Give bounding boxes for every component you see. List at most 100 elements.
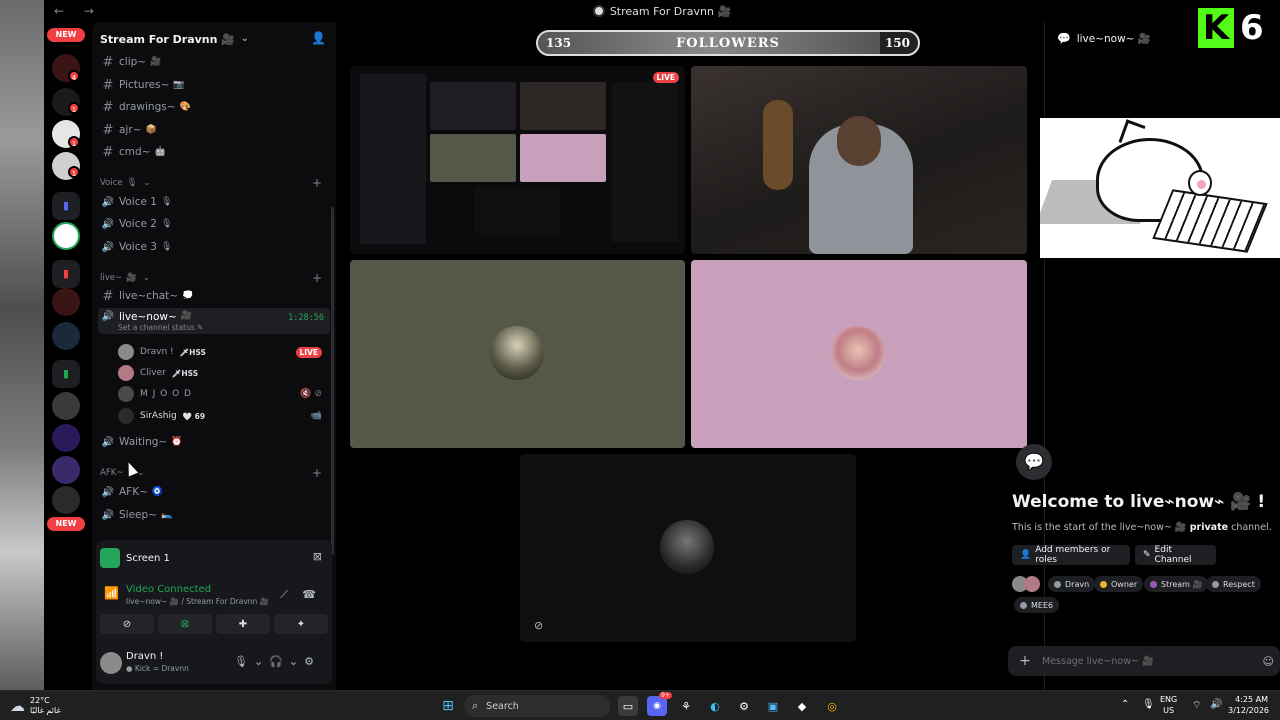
channel-ajr[interactable]: # ajr~ 📦 bbox=[98, 120, 330, 140]
voice-member[interactable]: SirAshig 🤍 69 📹 bbox=[118, 406, 330, 426]
server-icon-10[interactable] bbox=[52, 486, 80, 514]
voice-tile-user[interactable] bbox=[350, 260, 685, 448]
scrollbar[interactable] bbox=[331, 207, 334, 555]
stream-preview-tile bbox=[520, 134, 606, 182]
role-dot bbox=[1020, 601, 1027, 609]
server-icon-stream[interactable] bbox=[52, 222, 80, 250]
desktop-wallpaper bbox=[0, 0, 44, 690]
chrome-taskbar-icon[interactable]: ◎ bbox=[822, 696, 842, 716]
channel-emoji: 🎨 bbox=[179, 102, 191, 112]
task-view-icon[interactable]: ▭ bbox=[618, 696, 638, 716]
stream-tile-screen[interactable]: LIVE bbox=[350, 66, 685, 254]
volume-icon[interactable]: 🔊 bbox=[1210, 699, 1222, 710]
connection-location[interactable]: live~now~ 🎥 / Stream For Dravnn 🎥 bbox=[126, 597, 269, 606]
channel-drawings[interactable]: # drawings~ 🎨 bbox=[98, 97, 330, 117]
role-chip[interactable]: Owner bbox=[1094, 576, 1144, 592]
folder-icon[interactable]: ▮ bbox=[52, 192, 80, 220]
disconnect-icon[interactable]: ☎ bbox=[302, 588, 316, 601]
add-member-icon[interactable]: 👤 bbox=[311, 31, 326, 45]
stream-tile-camera[interactable] bbox=[691, 66, 1027, 254]
channel-live-now[interactable]: 🔊 live~now~ 🎥 1:28:56 Set a channel stat… bbox=[98, 308, 330, 334]
channel-status[interactable]: Set a channel status ✎ bbox=[118, 323, 203, 332]
voice-channel-sleep[interactable]: 🔊 Sleep~ 🛌 bbox=[98, 505, 330, 525]
tray-chevron-icon[interactable]: ⌃ bbox=[1121, 699, 1129, 710]
category-voice[interactable]: Voice 🎙 ⌄ + bbox=[100, 176, 330, 190]
voice-controls: ⊘ ⊠ ✚ ✦ bbox=[100, 614, 328, 636]
windows-start-icon[interactable]: ⊞ bbox=[438, 696, 458, 716]
signal-icon[interactable]: 📶 bbox=[104, 586, 119, 600]
channel-pictures[interactable]: # Pictures~ 📷 bbox=[98, 75, 330, 95]
avatar[interactable] bbox=[100, 652, 122, 674]
add-members-button[interactable]: 👤 Add members or roles bbox=[1012, 545, 1130, 565]
add-channel-icon[interactable]: + bbox=[312, 271, 322, 285]
server-icon-6[interactable] bbox=[52, 322, 80, 350]
channel-live-chat[interactable]: # live~chat~ 💭 bbox=[98, 286, 330, 306]
voice-channel-afk[interactable]: 🔊 AFK~ 🧿 bbox=[98, 482, 330, 502]
attach-plus-icon[interactable]: + bbox=[1008, 653, 1042, 669]
channel-emoji: 🤖 bbox=[154, 147, 166, 157]
voice-channel-waiting[interactable]: 🔊 Waiting~ ⏰ bbox=[98, 432, 330, 452]
role-chip[interactable]: Dravn bbox=[1048, 576, 1096, 592]
nav-arrows[interactable]: ← → bbox=[54, 4, 102, 18]
role-chip[interactable]: Stream 🎥 bbox=[1144, 576, 1209, 592]
followers-label: FOLLOWERS bbox=[676, 35, 780, 51]
steam-taskbar-icon[interactable]: ⚙ bbox=[734, 696, 754, 716]
camera-off-button[interactable]: ⊘ bbox=[100, 614, 154, 634]
add-channel-icon[interactable]: + bbox=[312, 466, 322, 480]
store-taskbar-icon[interactable]: ▣ bbox=[763, 696, 783, 716]
soundboard-button[interactable]: ✦ bbox=[274, 614, 328, 634]
voice-channel-3[interactable]: 🔊 Voice 3 🎙 bbox=[98, 237, 330, 257]
weather-widget[interactable]: ☁ 22°C غائم غالبًا bbox=[10, 694, 61, 718]
taskbar-search[interactable]: ⌕ Search bbox=[464, 695, 610, 717]
welcome-bold: private bbox=[1189, 522, 1229, 533]
channel-clip[interactable]: # clip~ 🎥 bbox=[98, 52, 330, 72]
noise-suppression-icon[interactable]: ⟋ bbox=[280, 588, 288, 602]
add-channel-icon[interactable]: + bbox=[312, 176, 322, 190]
channel-cmd[interactable]: # cmd~ 🤖 bbox=[98, 142, 330, 162]
server-icon-9[interactable] bbox=[52, 456, 80, 484]
avatar bbox=[831, 326, 885, 380]
head-shape bbox=[837, 116, 881, 166]
wifi-icon[interactable]: ⌔ bbox=[1192, 699, 1201, 712]
language-indicator[interactable]: ENG US bbox=[1160, 694, 1177, 716]
message-input[interactable]: + Message live~now~ 🎥 ☺ bbox=[1008, 646, 1280, 676]
folder-icon-green[interactable]: ▮ bbox=[52, 360, 80, 388]
server-icon-8[interactable] bbox=[52, 424, 80, 452]
chat-channel-name: live~now~ 🎥 bbox=[1076, 32, 1151, 45]
edge-taskbar-icon[interactable]: ◐ bbox=[705, 696, 725, 716]
voice-tile-user[interactable]: ⊘ bbox=[520, 454, 856, 642]
voice-channel-1[interactable]: 🔊 Voice 1 🎙 bbox=[98, 192, 330, 212]
weather-condition: غائم غالبًا bbox=[30, 706, 61, 715]
followers-goal: 150 bbox=[884, 36, 910, 50]
server-icon-5[interactable] bbox=[52, 288, 80, 316]
role-chip[interactable]: MEE6 bbox=[1014, 597, 1060, 613]
channel-emoji: 📷 bbox=[173, 80, 185, 90]
folder-icon-red[interactable]: ▮ bbox=[52, 260, 80, 288]
voice-member[interactable]: Cliver 🗡HSS bbox=[118, 363, 330, 383]
role-chip[interactable]: Respect bbox=[1206, 576, 1261, 592]
app-taskbar-icon[interactable]: ⚘ bbox=[676, 696, 696, 716]
clock[interactable]: 4:25 AM 3/12/2026 bbox=[1228, 694, 1269, 716]
discord-taskbar-icon[interactable]: ◉ 9+ bbox=[647, 692, 672, 716]
unread-badge: 4 bbox=[68, 70, 80, 82]
user-controls[interactable]: 🎙⌄🎧⌄⚙ bbox=[234, 655, 320, 668]
pencil-icon: ✎ bbox=[1143, 550, 1151, 560]
category-live[interactable]: live~ 🎥 ⌄ + bbox=[100, 271, 330, 285]
voice-member[interactable]: M J O O D 🔇 ⊘ bbox=[118, 384, 330, 404]
voice-member[interactable]: Dravn ! 🗡HSS LIVE bbox=[118, 342, 330, 362]
activities-button[interactable]: ✚ bbox=[216, 614, 270, 634]
voice-tile-user[interactable] bbox=[691, 260, 1027, 448]
microphone-icon[interactable]: 🎙 bbox=[1142, 699, 1155, 710]
edit-channel-button[interactable]: ✎ Edit Channel bbox=[1135, 545, 1216, 565]
server-icon-7[interactable] bbox=[52, 392, 80, 420]
lang-region: US bbox=[1163, 706, 1175, 715]
stop-stream-button[interactable]: ⊠ bbox=[158, 614, 212, 634]
voice-channel-2[interactable]: 🔊 Voice 2 🎙 bbox=[98, 214, 330, 234]
obs-taskbar-icon[interactable]: ◆ bbox=[792, 696, 812, 716]
emoji-icon[interactable]: ☺ bbox=[1263, 655, 1274, 668]
server-header[interactable]: Stream For Dravnn 🎥 ⌄ 👤 bbox=[100, 28, 330, 50]
stop-share-icon[interactable]: ⊠ bbox=[313, 550, 322, 563]
clock-time: 4:25 AM bbox=[1235, 695, 1268, 704]
keyboard-shape bbox=[1152, 189, 1268, 253]
screen-share-row[interactable]: Screen 1 ⊠ bbox=[100, 546, 328, 570]
